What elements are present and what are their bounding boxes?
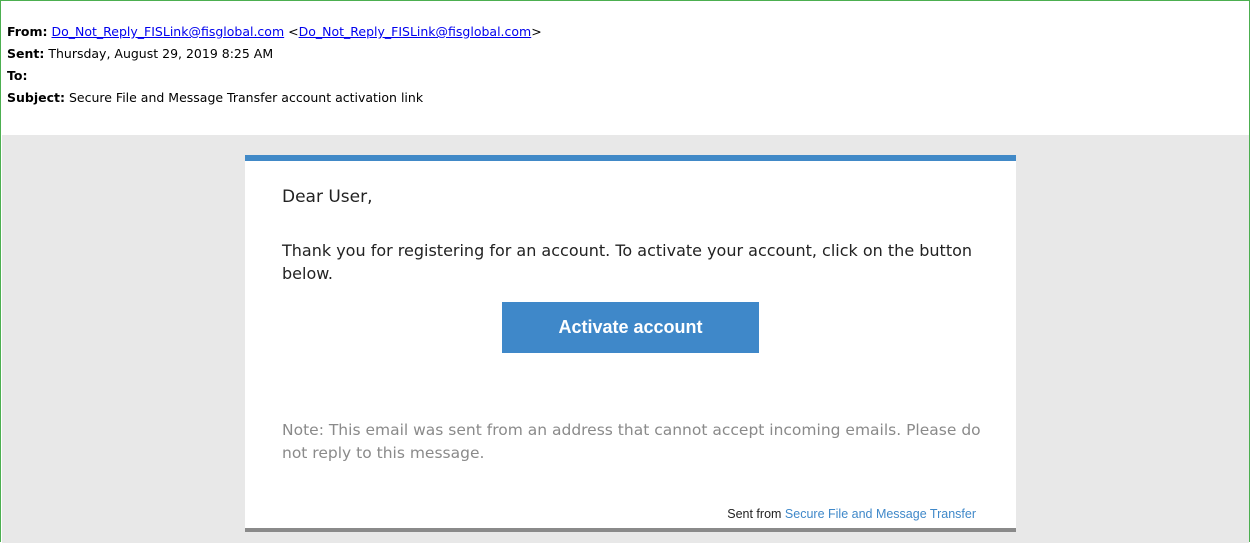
- message-body: Thank you for registering for an account…: [282, 241, 973, 283]
- greeting: Dear User,: [282, 187, 373, 207]
- from-row: From: Do_Not_Reply_FISLink@fisglobal.com…: [7, 21, 542, 43]
- email-headers: From: Do_Not_Reply_FISLink@fisglobal.com…: [7, 21, 542, 109]
- to-row: To:: [7, 65, 542, 87]
- subject-row: Subject: Secure File and Message Transfe…: [7, 87, 542, 109]
- message-card: Dear User, Thank you for registering for…: [245, 155, 1016, 532]
- from-address-link[interactable]: Do_Not_Reply_FISLink@fisglobal.com: [52, 24, 285, 39]
- sent-from-footer: Sent from Secure File and Message Transf…: [727, 507, 976, 521]
- subject-label: Subject:: [7, 90, 65, 105]
- from-bracket-close: >: [531, 24, 542, 39]
- sent-from-link[interactable]: Secure File and Message Transfer: [785, 507, 976, 521]
- sent-value: Thursday, August 29, 2019 8:25 AM: [44, 46, 274, 61]
- to-label: To:: [7, 68, 28, 83]
- sent-from-prefix: Sent from: [727, 507, 785, 521]
- no-reply-note: Note: This email was sent from an addres…: [282, 421, 981, 462]
- from-address-link-2[interactable]: Do_Not_Reply_FISLink@fisglobal.com: [299, 24, 532, 39]
- subject-value: Secure File and Message Transfer account…: [65, 90, 424, 105]
- from-label: From:: [7, 24, 48, 39]
- card-bottom-divider: [245, 528, 1016, 532]
- sent-row: Sent: Thursday, August 29, 2019 8:25 AM: [7, 43, 542, 65]
- email-frame: From: Do_Not_Reply_FISLink@fisglobal.com…: [0, 0, 1250, 543]
- sent-label: Sent:: [7, 46, 45, 61]
- activate-account-button[interactable]: Activate account: [502, 302, 759, 353]
- from-bracket-open: <: [284, 24, 299, 39]
